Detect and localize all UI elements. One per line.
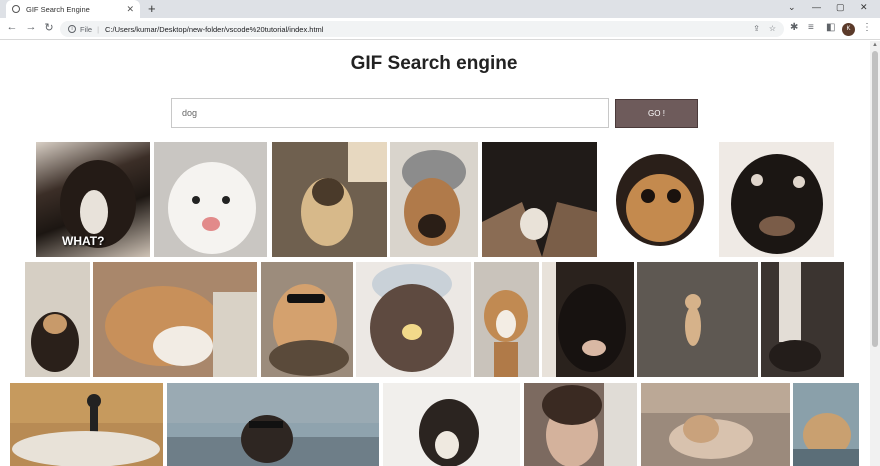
dog-image [482,142,597,257]
gif-thumbnail[interactable] [154,142,267,257]
gif-thumbnail[interactable] [524,383,637,466]
gif-thumbnail[interactable] [383,383,520,466]
dog-image [637,262,758,377]
dog-image [168,162,256,254]
gif-thumbnail[interactable] [261,262,353,377]
side-panel-icon[interactable]: ◧ [826,22,835,33]
dog-image [542,262,626,377]
forward-icon[interactable]: → [24,21,38,33]
gif-thumbnail[interactable] [474,262,539,377]
browser-toolbar: ← → ↻ i File | C:/Users/kumar/Desktop/ne… [0,18,880,40]
bookmark-star-icon[interactable]: ☆ [769,24,776,33]
address-bar[interactable]: i File | C:/Users/kumar/Desktop/new-fold… [60,21,784,37]
browser-tab[interactable]: GIF Search Engine ✕ [6,0,140,18]
gif-thumbnail[interactable] [390,142,478,257]
gif-thumbnail[interactable] [761,262,844,377]
dog-image [769,262,821,372]
close-window-icon[interactable]: ✕ [860,2,868,13]
gif-thumbnail[interactable] [719,142,834,257]
browser-window: GIF Search Engine ✕ + ⌄ — ▢ ✕ ← → ↻ i Fi… [0,0,880,466]
minimize-icon[interactable]: — [812,2,821,12]
dog-image [105,286,257,377]
dog-image [370,264,454,372]
address-scheme: File [80,24,93,34]
extensions-icon[interactable]: ✱ [790,22,798,33]
scroll-up-icon[interactable]: ▲ [872,42,878,48]
dog-image [402,150,466,246]
new-tab-button[interactable]: + [148,1,156,16]
search-input[interactable] [171,98,609,128]
gif-thumbnail[interactable] [482,142,597,257]
menu-icon[interactable]: ⋮ [862,22,872,33]
reload-icon[interactable]: ↻ [42,21,56,34]
avatar[interactable]: K [842,23,855,36]
tab-strip: GIF Search Engine ✕ + ⌄ — ▢ ✕ [0,0,880,18]
gif-thumbnail[interactable] [600,142,716,257]
dog-image [641,383,790,459]
close-tab-icon[interactable]: ✕ [126,4,134,15]
gif-thumbnail[interactable] [793,383,859,466]
dog-image [542,383,637,466]
dog-image [272,142,387,257]
page-title: GIF Search engine [350,53,518,74]
dog-image [269,284,349,376]
scrollbar-thumb[interactable] [872,51,878,347]
page-content: GIF Search engine GO ! WHAT? [0,41,880,466]
gif-thumbnail[interactable] [25,262,90,377]
go-button[interactable]: GO ! [615,99,698,128]
gif-thumbnail[interactable] [641,383,790,466]
dog-image [731,154,823,254]
back-icon[interactable]: ← [5,21,19,33]
gif-thumbnail[interactable] [637,262,758,377]
gif-thumbnail[interactable] [10,383,163,466]
address-separator: | [97,24,100,34]
dog-image [793,413,859,466]
gif-thumbnail[interactable] [167,383,379,466]
dog-image [484,290,528,377]
gif-thumbnail[interactable] [93,262,257,377]
gif-thumbnail[interactable] [542,262,634,377]
info-icon[interactable]: i [68,25,76,33]
dog-image [167,383,379,466]
maximize-icon[interactable]: ▢ [836,2,845,13]
tab-title: GIF Search Engine [26,4,90,14]
share-icon[interactable]: ⇪ [753,24,760,33]
gif-caption: WHAT? [62,234,105,248]
chevron-down-icon[interactable]: ⌄ [788,2,796,13]
gif-thumbnail[interactable] [356,262,471,377]
scrollbar[interactable]: ▲ [870,41,880,466]
globe-icon [12,5,20,13]
address-url: C:/Users/kumar/Desktop/new-folder/vscode… [105,24,324,34]
dog-image [10,383,163,466]
dog-image [419,399,479,466]
dog-image [616,154,704,246]
gif-thumbnail[interactable]: WHAT? [36,142,150,257]
reading-list-icon[interactable]: ≡ [808,22,814,33]
gif-thumbnail[interactable] [272,142,387,257]
dog-image [31,312,79,372]
